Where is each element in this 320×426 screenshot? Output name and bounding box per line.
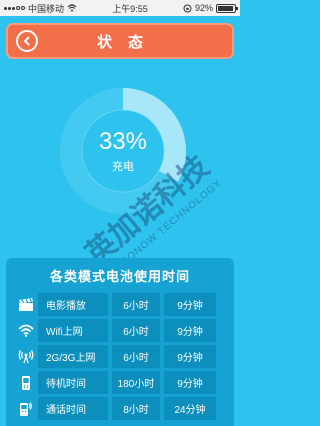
mode-name: Wifi上网 [38, 319, 108, 342]
table-row: 通话时间 8小时 24分钟 [14, 397, 226, 420]
mode-minutes: 24分钟 [164, 397, 216, 420]
usage-table: 电影播放 6小时 9分钟 Wifi上网 6小时 9分钟 2G/3G上网 6小时 … [14, 293, 226, 423]
mode-name: 通话时间 [38, 397, 108, 420]
back-button[interactable] [16, 30, 38, 52]
charging-state: 充电 [112, 161, 134, 173]
mode-name: 待机时间 [38, 371, 108, 394]
battery-ring-center: 33% 充电 [60, 88, 186, 214]
mode-hours: 180小时 [112, 371, 160, 394]
page-title: 状态 [96, 33, 159, 51]
mode-hours: 6小时 [112, 319, 160, 342]
mode-name: 2G/3G上网 [38, 345, 108, 368]
mode-hours: 8小时 [112, 397, 160, 420]
mode-minutes: 9分钟 [164, 319, 216, 342]
antenna-icon [14, 345, 38, 368]
signal-strength-icon [4, 6, 25, 10]
table-row: 2G/3G上网 6小时 9分钟 [14, 345, 226, 368]
header-bar: 状态 [6, 23, 234, 59]
battery-icon [216, 3, 238, 13]
clock: 上午9:55 [112, 3, 148, 14]
battery-ring: 33% 充电 [60, 88, 186, 214]
clapperboard-icon [14, 293, 38, 316]
table-row: Wifi上网 6小时 9分钟 [14, 319, 226, 342]
phone-call-icon [14, 397, 38, 420]
wifi-status-icon [67, 4, 77, 12]
battery-percent-text: 92% [194, 3, 213, 13]
mode-name: 电影播放 [38, 293, 108, 316]
mode-minutes: 9分钟 [164, 345, 216, 368]
phone-standby-icon [14, 371, 38, 394]
status-bar: 中国移动 上午9:55 92% [0, 0, 240, 16]
table-row: 电影播放 6小时 9分钟 [14, 293, 226, 316]
status-bar-right: 92% [183, 3, 238, 13]
table-row: 待机时间 180小时 9分钟 [14, 371, 226, 394]
battery-percent-value: 33% [98, 128, 148, 155]
mode-hours: 6小时 [112, 293, 160, 316]
usage-table-title: 各类模式电池使用时间 [49, 268, 190, 284]
mode-minutes: 9分钟 [164, 371, 216, 394]
mode-minutes: 9分钟 [164, 293, 216, 316]
rotation-lock-icon [183, 4, 192, 12]
status-bar-left: 中国移动 [4, 2, 77, 15]
wifi-icon [14, 319, 38, 342]
chevron-left-icon [24, 36, 30, 46]
carrier-name: 中国移动 [28, 3, 65, 14]
battery-usage-panel: 各类模式电池使用时间 电影播放 6小时 9分钟 Wifi上网 6小时 9分钟 2… [6, 258, 234, 426]
mode-hours: 6小时 [112, 345, 160, 368]
